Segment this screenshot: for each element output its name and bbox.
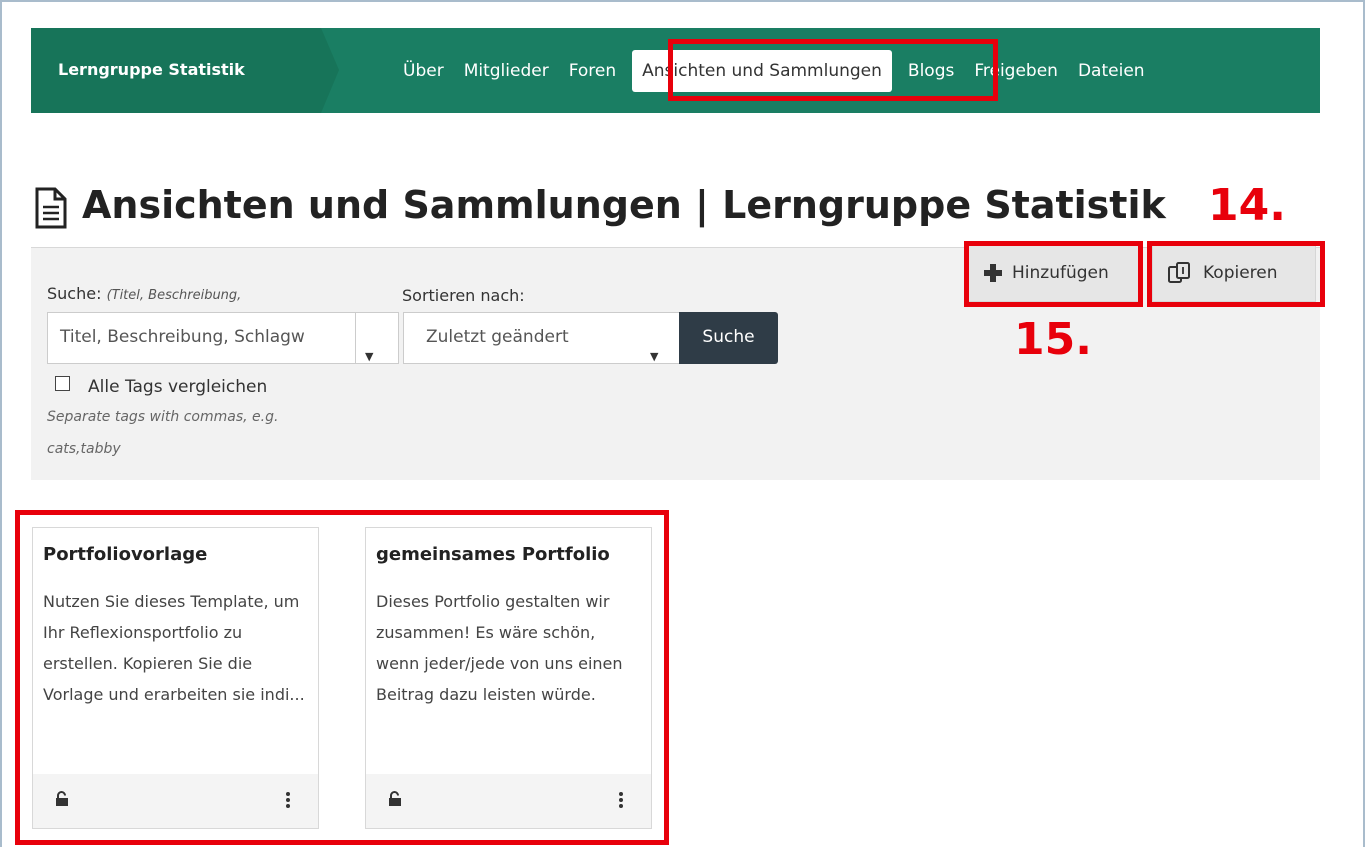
highlight-box-copy xyxy=(1147,241,1325,307)
search-label: Suche: (Titel, Beschreibung, xyxy=(47,284,241,303)
file-text-icon xyxy=(35,187,67,229)
search-input[interactable]: Titel, Beschreibung, Schlagw xyxy=(47,312,356,364)
match-all-tags-label: Alle Tags vergleichen xyxy=(88,377,268,397)
sort-label: Sortieren nach: xyxy=(402,286,525,305)
page-title: Ansichten und Sammlungen | Lerngruppe St… xyxy=(82,183,1166,227)
nav-item-dateien[interactable]: Dateien xyxy=(1068,61,1155,81)
sort-select-value: Zuletzt geändert xyxy=(426,327,569,347)
annotation-15: 15. xyxy=(1014,314,1092,365)
sort-select[interactable]: Zuletzt geändert ▼ xyxy=(403,312,680,364)
annotation-14: 14. xyxy=(1208,180,1286,231)
caret-down-icon: ▼ xyxy=(650,350,659,363)
caret-down-icon: ▼ xyxy=(365,350,374,363)
group-title-tab[interactable]: Lerngruppe Statistik xyxy=(31,28,339,113)
highlight-box-add xyxy=(964,241,1143,307)
search-button[interactable]: Suche xyxy=(679,312,778,364)
group-title: Lerngruppe Statistik xyxy=(58,60,245,79)
search-dropdown-toggle[interactable]: ▼ xyxy=(355,312,399,364)
tags-hint-line2: cats,tabby xyxy=(47,441,121,457)
nav-item-mitglieder[interactable]: Mitglieder xyxy=(454,61,559,81)
match-all-tags-checkbox[interactable] xyxy=(55,376,70,391)
highlight-box-nav xyxy=(668,39,998,101)
search-label-text: Suche: xyxy=(47,284,102,303)
highlight-box-cards xyxy=(15,510,669,845)
nav-item-foren[interactable]: Foren xyxy=(559,61,626,81)
tags-hint-line1: Separate tags with commas, e.g. xyxy=(47,409,279,425)
nav-item-ueber[interactable]: Über xyxy=(393,61,454,81)
search-label-hint: (Titel, Beschreibung, xyxy=(106,288,242,303)
